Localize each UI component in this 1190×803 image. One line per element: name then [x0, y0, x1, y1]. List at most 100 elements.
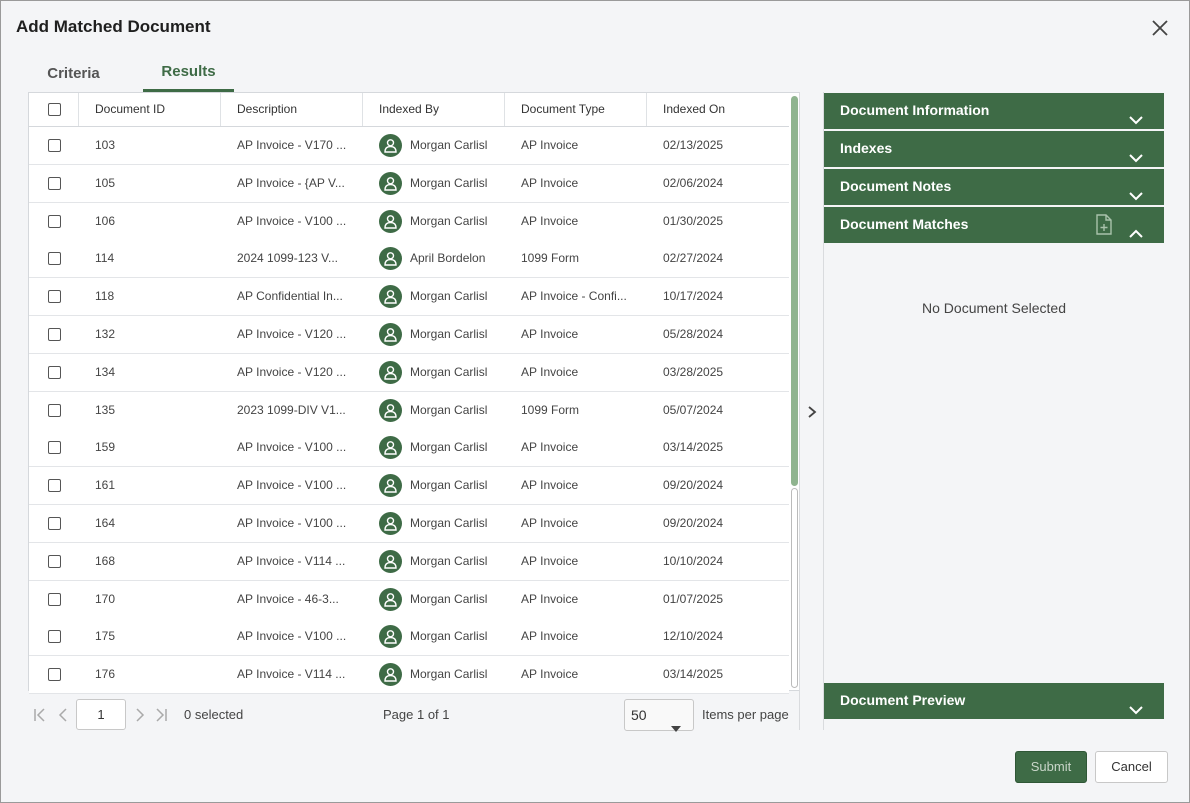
- header-select-all-cell: [29, 93, 79, 126]
- indexed-by-name: Morgan Carlisl: [410, 138, 488, 152]
- table-row[interactable]: 175 AP Invoice - V100 ... Morgan Carlisl AP…: [29, 618, 789, 657]
- table-row[interactable]: 134 AP Invoice - V120 ... Morgan Carlisl AP…: [29, 353, 789, 392]
- table-row[interactable]: 176 AP Invoice - V114 ... Morgan Carlisl AP…: [29, 656, 789, 695]
- row-checkbox[interactable]: [48, 214, 61, 228]
- scrollbar-track-rest[interactable]: [791, 488, 798, 688]
- cell-document-id: 132: [95, 327, 116, 341]
- cancel-button[interactable]: Cancel: [1095, 751, 1168, 783]
- scrollbar-thumb[interactable]: [791, 96, 798, 486]
- row-checkbox[interactable]: [48, 176, 61, 190]
- cell-indexed-by: Morgan Carlisl: [363, 392, 505, 429]
- indexed-by-name: April Bordelon: [410, 251, 486, 266]
- table-row[interactable]: 103 AP Invoice - V170 ... Morgan Carlisl AP…: [29, 127, 789, 165]
- row-checkbox[interactable]: [48, 403, 61, 417]
- table-row[interactable]: 168 AP Invoice - V114 ... Morgan Carlisl AP…: [29, 542, 789, 581]
- user-avatar-icon: [379, 398, 402, 422]
- cell-indexed-on: 03/28/2025: [663, 364, 724, 379]
- row-checkbox[interactable]: [48, 441, 61, 455]
- table-row[interactable]: 114 2024 1099-123 V... April Bordelon 1099 …: [29, 240, 789, 279]
- dialog-title: Add Matched Document: [16, 17, 211, 36]
- cell-indexed-by: Morgan Carlisl: [363, 618, 505, 655]
- table-row[interactable]: 118 AP Confidential In... Morgan Carlisl AP…: [29, 278, 789, 317]
- row-checkbox[interactable]: [48, 252, 61, 266]
- cell-description: AP Invoice - 46-3...: [237, 591, 339, 606]
- table-row[interactable]: 170 AP Invoice - 46-3... Morgan Carlisl AP …: [29, 580, 789, 619]
- document-matches-body: No Document Selected: [824, 243, 1164, 683]
- previous-page-icon[interactable]: [56, 707, 72, 723]
- row-checkbox[interactable]: [48, 592, 61, 606]
- tab-criteria[interactable]: Criteria: [31, 61, 116, 92]
- table-row[interactable]: 164 AP Invoice - V100 ... Morgan Carlisl AP…: [29, 505, 789, 543]
- table-row[interactable]: 161 AP Invoice - V100 ... Morgan Carlisl AP…: [29, 467, 789, 506]
- cell-document-id: 161: [95, 478, 116, 493]
- close-icon[interactable]: [1148, 16, 1172, 40]
- row-checkbox[interactable]: [48, 290, 61, 304]
- cell-document-type: AP Invoice - Confi...: [521, 289, 627, 304]
- row-checkbox[interactable]: [48, 630, 61, 644]
- cell-indexed-on: 09/20/2024: [663, 478, 724, 493]
- cell-description: AP Invoice - V114 ...: [237, 553, 346, 568]
- cell-indexed-by: Morgan Carlisl: [363, 656, 505, 693]
- cell-indexed-by: Morgan Carlisl: [363, 354, 505, 391]
- column-header-indexed-on[interactable]: Indexed On: [647, 93, 789, 126]
- row-checkbox[interactable]: [48, 517, 61, 530]
- column-header-indexed-by[interactable]: Indexed By: [363, 93, 505, 126]
- results-grid: Document ID Description Indexed By Docum…: [28, 92, 800, 695]
- cell-indexed-on: 12/10/2024: [663, 629, 724, 644]
- cell-indexed-on: 05/07/2024: [663, 402, 724, 417]
- last-page-icon[interactable]: [153, 707, 169, 723]
- page-number-input[interactable]: 1: [76, 699, 126, 730]
- table-row[interactable]: 135 2023 1099-DIV V1... Morgan Carlisl 1099…: [29, 391, 789, 430]
- row-checkbox[interactable]: [48, 554, 61, 568]
- cell-document-type: 1099 Form: [521, 402, 580, 417]
- cell-description: AP Invoice - V100 ...: [237, 516, 347, 530]
- table-row[interactable]: 105 AP Invoice - {AP V... Morgan Carlisl AP…: [29, 164, 789, 203]
- row-checkbox[interactable]: [48, 668, 61, 682]
- first-page-icon[interactable]: [32, 707, 48, 723]
- indexed-by-name: Morgan Carlisl: [410, 440, 488, 455]
- select-all-checkbox[interactable]: [48, 103, 61, 116]
- panel-title: Document Information: [840, 102, 990, 118]
- panel-indexes[interactable]: Indexes: [824, 131, 1164, 167]
- items-per-page-select[interactable]: 50: [624, 699, 694, 732]
- cell-document-id: 114: [95, 251, 115, 266]
- user-avatar-icon: [379, 549, 402, 573]
- row-checkbox[interactable]: [48, 365, 61, 379]
- column-header-document-id[interactable]: Document ID: [79, 93, 221, 126]
- row-checkbox[interactable]: [48, 479, 61, 493]
- cell-description: 2024 1099-123 V...: [237, 251, 338, 266]
- chevron-down-icon: [1128, 694, 1144, 729]
- table-row[interactable]: 159 AP Invoice - V100 ... Morgan Carlisl AP…: [29, 429, 789, 468]
- row-select-cell: [29, 316, 79, 353]
- panel-title: Document Notes: [840, 178, 952, 194]
- row-select-cell: [29, 543, 79, 580]
- row-select-cell: [29, 505, 79, 542]
- user-avatar-icon: [379, 625, 402, 649]
- indexed-by-name: Morgan Carlisl: [410, 364, 488, 379]
- panel-document-information[interactable]: Document Information: [824, 93, 1164, 129]
- cell-indexed-by: Morgan Carlisl: [363, 203, 505, 240]
- cell-indexed-by: Morgan Carlisl: [363, 165, 505, 202]
- tab-results[interactable]: Results: [143, 61, 234, 92]
- table-row[interactable]: 106 AP Invoice - V100 ... Morgan Carlisl AP…: [29, 202, 789, 241]
- submit-button[interactable]: Submit: [1015, 751, 1087, 783]
- row-checkbox[interactable]: [48, 328, 61, 341]
- table-row[interactable]: 132 AP Invoice - V120 ... Morgan Carlisl AP…: [29, 316, 789, 354]
- panel-document-preview[interactable]: Document Preview: [824, 683, 1164, 719]
- column-header-description[interactable]: Description: [221, 93, 363, 126]
- cell-document-id: 170: [95, 591, 116, 606]
- user-avatar-icon: [379, 323, 402, 346]
- panel-document-notes[interactable]: Document Notes: [824, 169, 1164, 205]
- cell-description: AP Invoice - V120 ...: [237, 364, 347, 379]
- indexed-by-name: Morgan Carlisl: [410, 478, 488, 493]
- next-page-icon[interactable]: [131, 707, 147, 723]
- cell-document-id: 164: [95, 516, 116, 530]
- column-header-document-type[interactable]: Document Type: [505, 93, 647, 126]
- caret-down-icon: [671, 712, 681, 742]
- row-checkbox[interactable]: [48, 139, 61, 152]
- cell-indexed-on: 03/14/2025: [663, 440, 724, 455]
- chevron-right-icon[interactable]: [805, 404, 819, 420]
- user-avatar-icon: [379, 663, 402, 687]
- cell-document-type: AP Invoice: [521, 478, 579, 493]
- panel-document-matches[interactable]: Document Matches: [824, 207, 1164, 243]
